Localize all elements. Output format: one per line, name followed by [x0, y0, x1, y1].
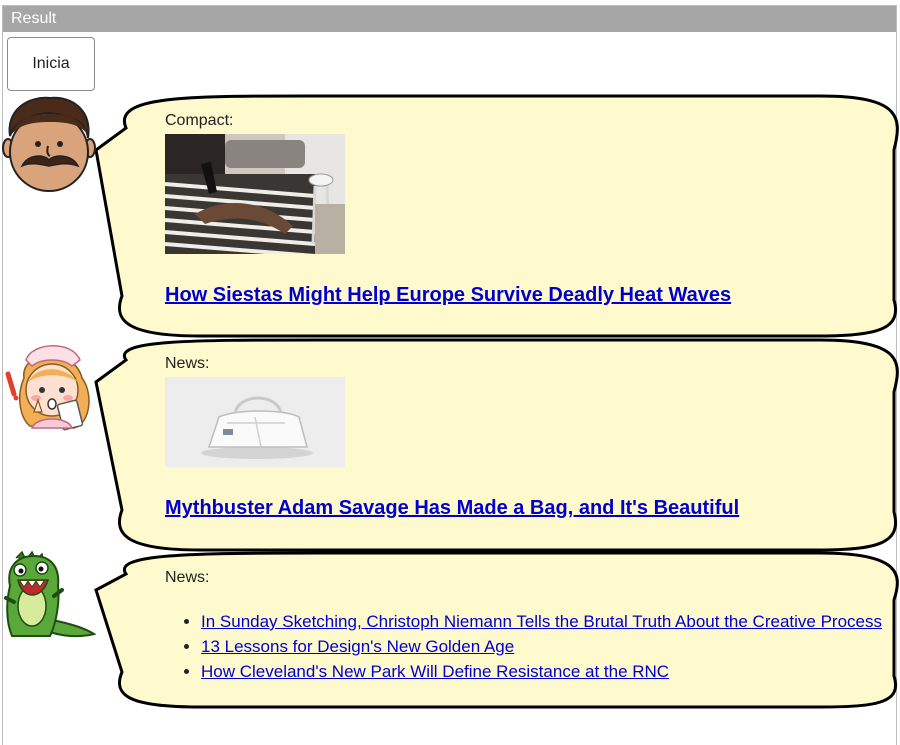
headline-link[interactable]: Mythbuster Adam Savage Has Made a Bag, a…	[165, 497, 739, 520]
message-1: Compact: How Siestas Might Help Europe S…	[165, 112, 731, 307]
nurse-avatar-icon	[5, 345, 90, 431]
news-link[interactable]: How Cleveland's New Park Will Define Res…	[201, 662, 669, 681]
bag-photo-image[interactable]	[165, 377, 345, 467]
message-3: News: In Sunday Sketching, Christoph Nie…	[165, 569, 882, 684]
news-link[interactable]: 13 Lessons for Design's New Golden Age	[201, 637, 514, 656]
man-avatar-icon	[2, 96, 96, 192]
list-item: In Sunday Sketching, Christoph Niemann T…	[201, 609, 882, 634]
message-kind-label: News:	[165, 569, 210, 586]
message-kind-label: News:	[165, 355, 210, 372]
list-item: 13 Lessons for Design's New Golden Age	[201, 634, 882, 659]
news-link-list: In Sunday Sketching, Christoph Niemann T…	[165, 609, 882, 684]
bed-photo-image[interactable]	[165, 134, 345, 254]
news-link[interactable]: In Sunday Sketching, Christoph Niemann T…	[201, 612, 882, 631]
message-kind-label: Compact:	[165, 112, 234, 129]
list-item: How Cleveland's New Park Will Define Res…	[201, 659, 882, 684]
message-2: News: Mythbuster Adam Savage Has Made a …	[165, 355, 739, 520]
headline-link[interactable]: How Siestas Might Help Europe Survive De…	[165, 284, 731, 307]
dinosaur-avatar-icon	[4, 550, 96, 638]
